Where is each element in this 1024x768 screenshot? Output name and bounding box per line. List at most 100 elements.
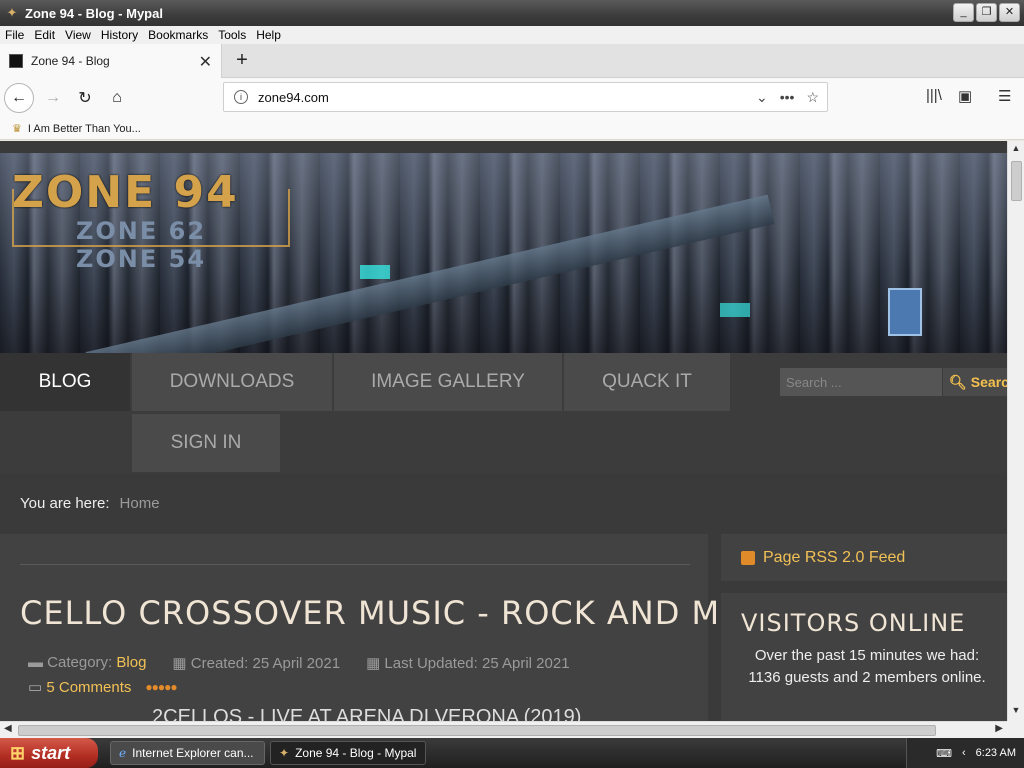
restore-button[interactable]: ❐ — [976, 3, 997, 22]
nav-item-quack-it[interactable]: QUACK IT — [564, 353, 730, 411]
vertical-scroll-thumb[interactable] — [1011, 161, 1022, 201]
blog-article: CELLO CROSSOVER MUSIC - ROCK AND METAL ▬… — [0, 534, 800, 721]
bookmark-item[interactable]: I Am Better Than You... — [28, 123, 141, 135]
home-icon[interactable]: ⌂ — [102, 83, 132, 113]
task-label: Internet Explorer can... — [132, 746, 254, 760]
comment-icon: ▭ — [28, 679, 43, 696]
article-meta: ▬ Category: Blog ▦ Created: 25 April 202… — [28, 654, 570, 672]
web-content: ZONE 94 ZONE 62 ZONE 54 BLOG DOWNLOADS I… — [0, 141, 1007, 721]
site-favicon-icon — [9, 54, 23, 68]
nav-item-blog[interactable]: BLOG — [0, 353, 130, 411]
taskbar: ⊞ start ℯ Internet Explorer can... ✦ Zon… — [0, 738, 1024, 768]
windows-flag-icon: ⊞ — [10, 742, 26, 763]
banner-screen-decoration — [888, 288, 922, 336]
taskbar-item-mypal[interactable]: ✦ Zone 94 - Blog - Mypal — [270, 741, 426, 765]
horizontal-scroll-thumb[interactable] — [18, 725, 936, 736]
site-search-input[interactable]: Search ... — [780, 368, 942, 396]
nav-item-downloads[interactable]: DOWNLOADS — [132, 353, 332, 411]
bookmark-star-icon[interactable]: ☆ — [806, 89, 819, 106]
article-divider — [20, 564, 690, 565]
logo-sub-text: ZONE 62 — [76, 217, 207, 245]
site-info-icon[interactable]: i — [234, 90, 248, 104]
scrollbar-corner — [1007, 721, 1024, 738]
menu-history[interactable]: History — [96, 28, 143, 42]
calendar-icon: ▦ — [172, 655, 187, 672]
horizontal-scrollbar[interactable]: ◀ ▶ — [0, 721, 1007, 738]
menu-help[interactable]: Help — [251, 28, 286, 42]
visitors-title: VISITORS ONLINE — [741, 609, 966, 637]
menu-edit[interactable]: Edit — [29, 28, 60, 42]
chevron-down-icon[interactable]: ⌄ — [756, 89, 768, 106]
tray-expand-icon[interactable]: ‹ — [962, 747, 966, 759]
system-tray: ⌨ ‹ 6:23 AM — [906, 738, 1024, 768]
breadcrumb: You are here: Home — [0, 484, 1007, 522]
page-actions-menu-icon[interactable]: ••• — [780, 89, 795, 105]
banner-glow-decoration — [360, 265, 390, 279]
hamburger-menu-icon[interactable]: ☰ — [998, 87, 1011, 105]
article-subheading: 2CELLOS - LIVE AT ARENA DI VERONA (2019) — [152, 706, 582, 721]
updated-date: Last Updated: 25 April 2021 — [384, 655, 570, 672]
calendar-icon: ▦ — [366, 655, 381, 672]
forward-arrow-icon[interactable]: → — [38, 83, 68, 113]
scroll-left-icon[interactable]: ◀ — [4, 723, 12, 734]
scroll-right-icon[interactable]: ▶ — [995, 723, 1003, 734]
magnifier-icon: 🔍︎ — [949, 373, 967, 390]
menu-tools[interactable]: Tools — [213, 28, 251, 42]
site-nav-menu: BLOG DOWNLOADS IMAGE GALLERY QUACK IT SI… — [0, 353, 1007, 473]
rating-stars[interactable]: ●●●●● — [145, 680, 177, 694]
taskbar-item-internet-explorer[interactable]: ℯ Internet Explorer can... — [110, 741, 265, 765]
rss-feed-link[interactable]: Page RSS 2.0 Feed — [763, 549, 905, 567]
article-created: ▦ Created: 25 April 2021 — [172, 654, 340, 672]
clock[interactable]: 6:23 AM — [976, 747, 1016, 759]
minimize-button[interactable]: _ — [953, 3, 974, 22]
address-input[interactable]: zone94.com — [258, 90, 329, 105]
window-titlebar: ✦ Zone 94 - Blog - Mypal _ ❐ ✕ — [0, 0, 1024, 26]
article-updated: ▦ Last Updated: 25 April 2021 — [366, 654, 570, 672]
window-controls: _ ❐ ✕ — [953, 3, 1020, 22]
logo-sub-text: ZONE 54 — [76, 245, 207, 273]
rss-icon — [741, 550, 755, 565]
vertical-scrollbar[interactable]: ▲ ▼ — [1007, 141, 1024, 721]
menu-file[interactable]: File — [0, 28, 29, 42]
article-title[interactable]: CELLO CROSSOVER MUSIC - ROCK AND METAL — [20, 594, 801, 632]
back-arrow-icon[interactable]: ← — [4, 83, 34, 113]
sidebar-toggle-icon[interactable]: ▣ — [958, 87, 972, 105]
close-tab-icon[interactable]: ✕ — [199, 52, 212, 72]
category-link[interactable]: Blog — [116, 654, 146, 671]
nav-item-sign-in[interactable]: SIGN IN — [132, 414, 280, 472]
start-button[interactable]: ⊞ start — [0, 738, 98, 768]
article-category: ▬ Category: Blog — [28, 654, 146, 672]
comments-link[interactable]: 5 Comments — [46, 679, 131, 696]
visitors-text: Over the past 15 minutes we had: 1136 gu… — [748, 647, 986, 686]
breadcrumb-label: You are here: — [20, 494, 110, 512]
visitors-online-module: VISITORS ONLINE Over the past 15 minutes… — [721, 593, 1007, 721]
bookmarks-toolbar: ♛ I Am Better Than You... — [0, 118, 1024, 140]
site-search-button[interactable]: 🔍︎ Searc — [943, 368, 1007, 396]
menu-view[interactable]: View — [60, 28, 96, 42]
start-label: start — [31, 742, 71, 763]
library-icon[interactable]: |||\ — [926, 87, 942, 104]
menu-bookmarks[interactable]: Bookmarks — [143, 28, 213, 42]
breadcrumb-home-link[interactable]: Home — [120, 495, 160, 512]
tab-zone94-blog[interactable]: Zone 94 - Blog ✕ — [0, 44, 222, 78]
reload-icon[interactable]: ↻ — [70, 83, 100, 113]
category-label: Category: — [47, 654, 113, 671]
site-banner: ZONE 94 ZONE 62 ZONE 54 — [0, 153, 1007, 353]
folder-icon: ▬ — [28, 654, 43, 671]
address-bar[interactable]: i zone94.com ⌄ ••• ☆ — [223, 82, 828, 112]
banner-glow-decoration — [720, 303, 750, 317]
window-title: Zone 94 - Blog - Mypal — [25, 5, 163, 21]
new-tab-plus-icon[interactable]: + — [231, 49, 253, 71]
nav-item-image-gallery[interactable]: IMAGE GALLERY — [334, 353, 562, 411]
crown-icon: ♛ — [12, 123, 22, 135]
keyboard-icon[interactable]: ⌨ — [936, 747, 952, 760]
close-window-button[interactable]: ✕ — [999, 3, 1020, 22]
scroll-down-icon[interactable]: ▼ — [1010, 705, 1022, 719]
site-logo[interactable]: ZONE 94 ZONE 62 ZONE 54 — [12, 167, 290, 273]
rss-feed-module[interactable]: Page RSS 2.0 Feed — [721, 534, 1007, 581]
navigation-toolbar: ← → ↻ ⌂ i zone94.com ⌄ ••• ☆ |||\ ▣ ☰ — [0, 78, 1024, 118]
scroll-up-icon[interactable]: ▲ — [1010, 143, 1022, 157]
created-date: Created: 25 April 2021 — [190, 655, 341, 672]
address-bar-actions: ⌄ ••• ☆ — [756, 83, 819, 111]
mypal-app-icon: ✦ — [6, 5, 18, 20]
